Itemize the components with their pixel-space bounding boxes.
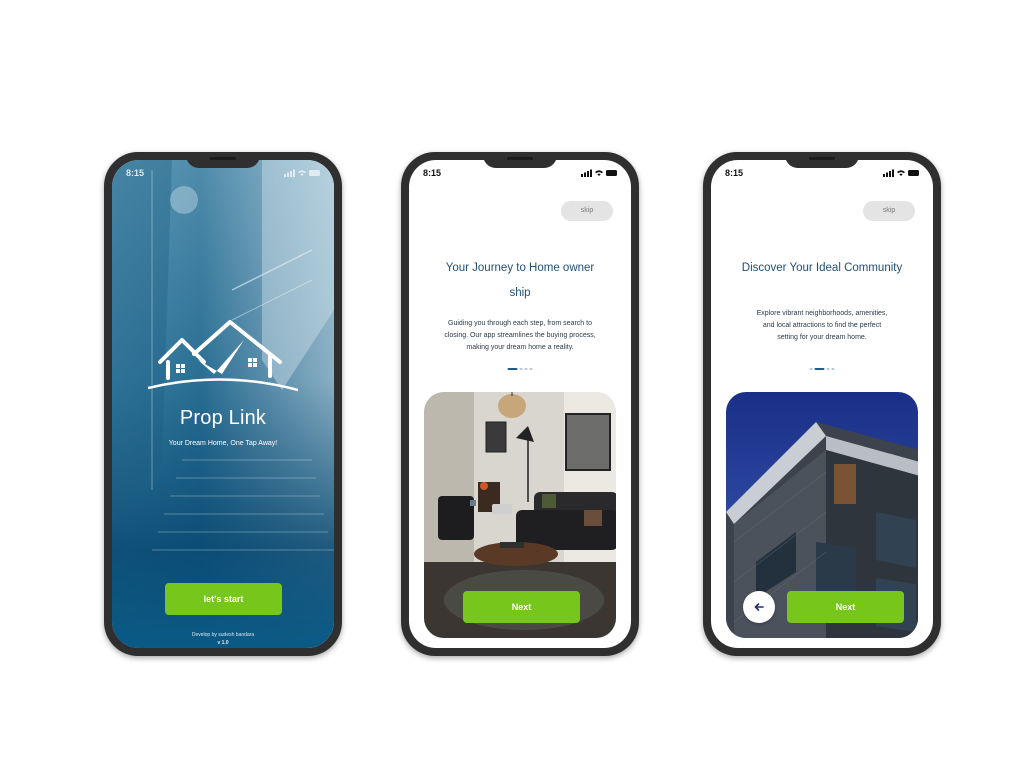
page-dot <box>809 367 813 370</box>
lets-start-button[interactable]: let's start <box>165 583 282 615</box>
developer-credit: Develop by sudesh bandara <box>191 632 255 638</box>
onboarding-screen-1: 8:15 skip Your Journey to Home owner shi… <box>409 160 631 648</box>
skip-button[interactable]: skip <box>863 201 915 221</box>
onboarding-title: Discover Your Ideal Community <box>741 262 903 274</box>
onboarding-screen-2: 8:15 skip Discover Your Ideal Community … <box>711 160 933 648</box>
wifi-icon <box>897 170 905 176</box>
arrow-left-icon <box>754 603 764 611</box>
wifi-icon <box>595 170 603 176</box>
desc-line-2: closing. Our app streamlines the buying … <box>444 332 596 339</box>
skip-button[interactable]: skip <box>561 201 613 221</box>
battery-icon <box>309 170 320 176</box>
page-indicator <box>507 367 533 370</box>
status-time: 8:15 <box>725 168 744 178</box>
wifi-icon <box>298 170 306 176</box>
title-line-2: ship <box>509 287 531 299</box>
status-time: 8:15 <box>126 168 145 178</box>
page-indicator <box>809 367 835 370</box>
page-dot <box>529 367 533 370</box>
staircase-background-image <box>112 160 334 551</box>
phone-onboarding-2: 8:15 skip Discover Your Ideal Community … <box>703 152 941 656</box>
desc-line-1: Explore vibrant neighborhoods, amenities… <box>756 310 888 317</box>
phone-notch <box>483 152 557 168</box>
app-name: Prop Link <box>179 407 267 429</box>
house-logo-icon <box>148 320 298 392</box>
page-dot <box>826 367 830 370</box>
desc-line-3: setting for your dream home. <box>777 334 867 341</box>
desc-line-1: Guiding you through each step, from sear… <box>448 320 592 327</box>
battery-icon <box>908 170 919 176</box>
battery-icon <box>606 170 617 176</box>
signal-icon <box>581 169 592 177</box>
splash-screen: 8:15 Prop Link Your Dream Home, One Tap … <box>112 160 334 648</box>
signal-icon <box>883 169 894 177</box>
phone-notch <box>785 152 859 168</box>
phone-notch <box>186 152 260 168</box>
status-icons <box>284 169 320 177</box>
status-icons <box>581 169 617 177</box>
next-button[interactable]: Next <box>463 591 580 623</box>
page-dot-active <box>507 367 518 370</box>
back-button[interactable] <box>743 591 775 623</box>
app-version: v 1.0 <box>217 640 229 646</box>
next-button[interactable]: Next <box>787 591 904 623</box>
desc-line-3: making your dream home a reality. <box>466 344 574 351</box>
phone-onboarding-1: 8:15 skip Your Journey to Home owner shi… <box>401 152 639 656</box>
tagline: Your Dream Home, One Tap Away! <box>168 440 278 447</box>
page-dot <box>524 367 528 370</box>
title-line-1: Your Journey to Home owner <box>445 262 595 274</box>
status-time: 8:15 <box>423 168 442 178</box>
status-icons <box>883 169 919 177</box>
onboarding-title: Your Journey to Home owner ship <box>425 256 615 306</box>
page-dot <box>519 367 523 370</box>
signal-icon <box>284 169 295 177</box>
onboarding-description: Explore vibrant neighborhoods, amenities… <box>729 308 915 344</box>
onboarding-description: Guiding you through each step, from sear… <box>427 318 613 354</box>
page-dot-active <box>814 367 825 370</box>
phone-splash: 8:15 Prop Link Your Dream Home, One Tap … <box>104 152 342 656</box>
page-dot <box>831 367 835 370</box>
desc-line-2: and local attractions to find the perfec… <box>762 322 882 329</box>
mockup-stage: 8:15 Prop Link Your Dream Home, One Tap … <box>0 0 1024 768</box>
